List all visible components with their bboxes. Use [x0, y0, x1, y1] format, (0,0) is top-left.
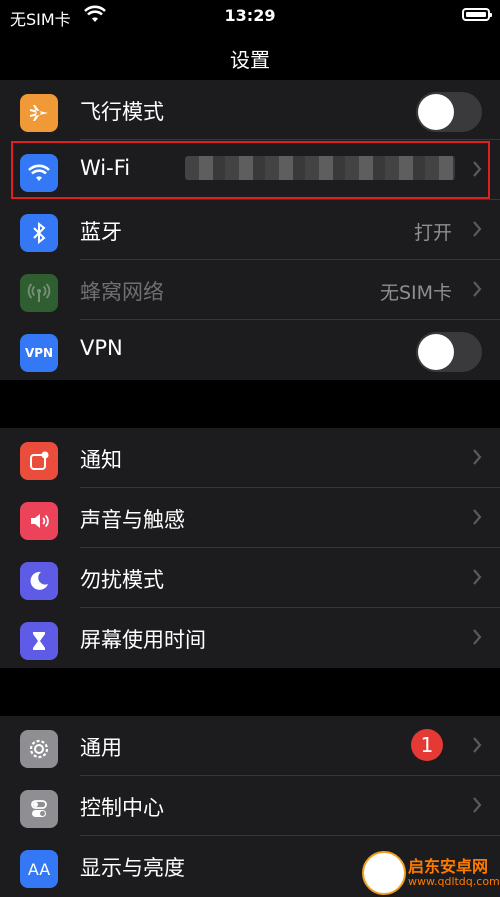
row-sounds-haptics[interactable]: 声音与触感 — [0, 488, 500, 548]
toggle-knob — [418, 94, 454, 130]
watermark-url: www.qdltdq.com — [408, 875, 500, 888]
update-badge: 1 — [411, 729, 443, 761]
row-airplane-mode[interactable]: 飞行模式 — [0, 80, 500, 140]
row-control-center[interactable]: 控制中心 — [0, 776, 500, 836]
moon-icon — [20, 562, 58, 600]
cellular-icon — [20, 274, 58, 312]
hourglass-icon — [20, 622, 58, 660]
page-title: 设置 — [230, 48, 270, 72]
cellular-status-value: 无SIM卡 — [379, 282, 452, 304]
vpn-icon: VPN — [20, 334, 58, 372]
row-label: 勿扰模式 — [80, 568, 164, 592]
toggle-knob — [418, 334, 454, 370]
row-label: VPN — [80, 336, 123, 360]
row-vpn[interactable]: VPN VPN — [0, 320, 500, 380]
row-label: 通知 — [80, 448, 122, 472]
notifications-icon — [20, 442, 58, 480]
row-label: 显示与亮度 — [80, 856, 185, 880]
row-label: 飞行模式 — [80, 100, 164, 124]
display-icon: AA — [20, 850, 58, 888]
row-screen-time[interactable]: 屏幕使用时间 — [0, 608, 500, 668]
chevron-right-icon — [472, 568, 482, 590]
clock: 13:29 — [224, 6, 276, 25]
status-bar: 无SIM卡 13:29 — [0, 0, 500, 32]
notifications-group: 通知 声音与触感 勿扰模式 屏幕使用时间 — [0, 428, 500, 668]
site-watermark: 启东安卓网 www.qdltdq.com — [360, 847, 500, 897]
airplane-icon — [20, 94, 58, 132]
switches-icon — [20, 790, 58, 828]
row-label: 声音与触感 — [80, 508, 185, 532]
chevron-right-icon — [472, 508, 482, 530]
row-label: 通用 — [80, 736, 122, 760]
bluetooth-status-value: 打开 — [413, 222, 452, 244]
row-do-not-disturb[interactable]: 勿扰模式 — [0, 548, 500, 608]
chevron-right-icon — [472, 448, 482, 470]
vpn-toggle[interactable] — [416, 332, 482, 372]
row-bluetooth[interactable]: 蓝牙 打开 — [0, 200, 500, 260]
chevron-right-icon — [472, 628, 482, 650]
chevron-right-icon — [472, 280, 482, 302]
gear-icon — [20, 730, 58, 768]
row-notifications[interactable]: 通知 — [0, 428, 500, 488]
connectivity-group: 飞行模式 Wi-Fi 蓝牙 打开 蜂窝网络 无SIM卡 VPN VPN — [0, 80, 500, 380]
row-label: 控制中心 — [80, 796, 164, 820]
row-label: 蓝牙 — [80, 220, 122, 244]
row-cellular[interactable]: 蜂窝网络 无SIM卡 — [0, 260, 500, 320]
row-label: 蜂窝网络 — [80, 280, 164, 304]
watermark-text: 启东安卓网 — [408, 857, 489, 876]
battery-icon — [462, 8, 492, 21]
chevron-right-icon — [472, 220, 482, 242]
sound-icon — [20, 502, 58, 540]
bluetooth-icon — [20, 214, 58, 252]
airplane-mode-toggle[interactable] — [416, 92, 482, 132]
wifi-highlight-box — [11, 141, 490, 199]
watermark-logo-icon — [362, 851, 406, 895]
chevron-right-icon — [472, 736, 482, 758]
chevron-right-icon — [472, 796, 482, 818]
row-label: 屏幕使用时间 — [80, 628, 206, 652]
